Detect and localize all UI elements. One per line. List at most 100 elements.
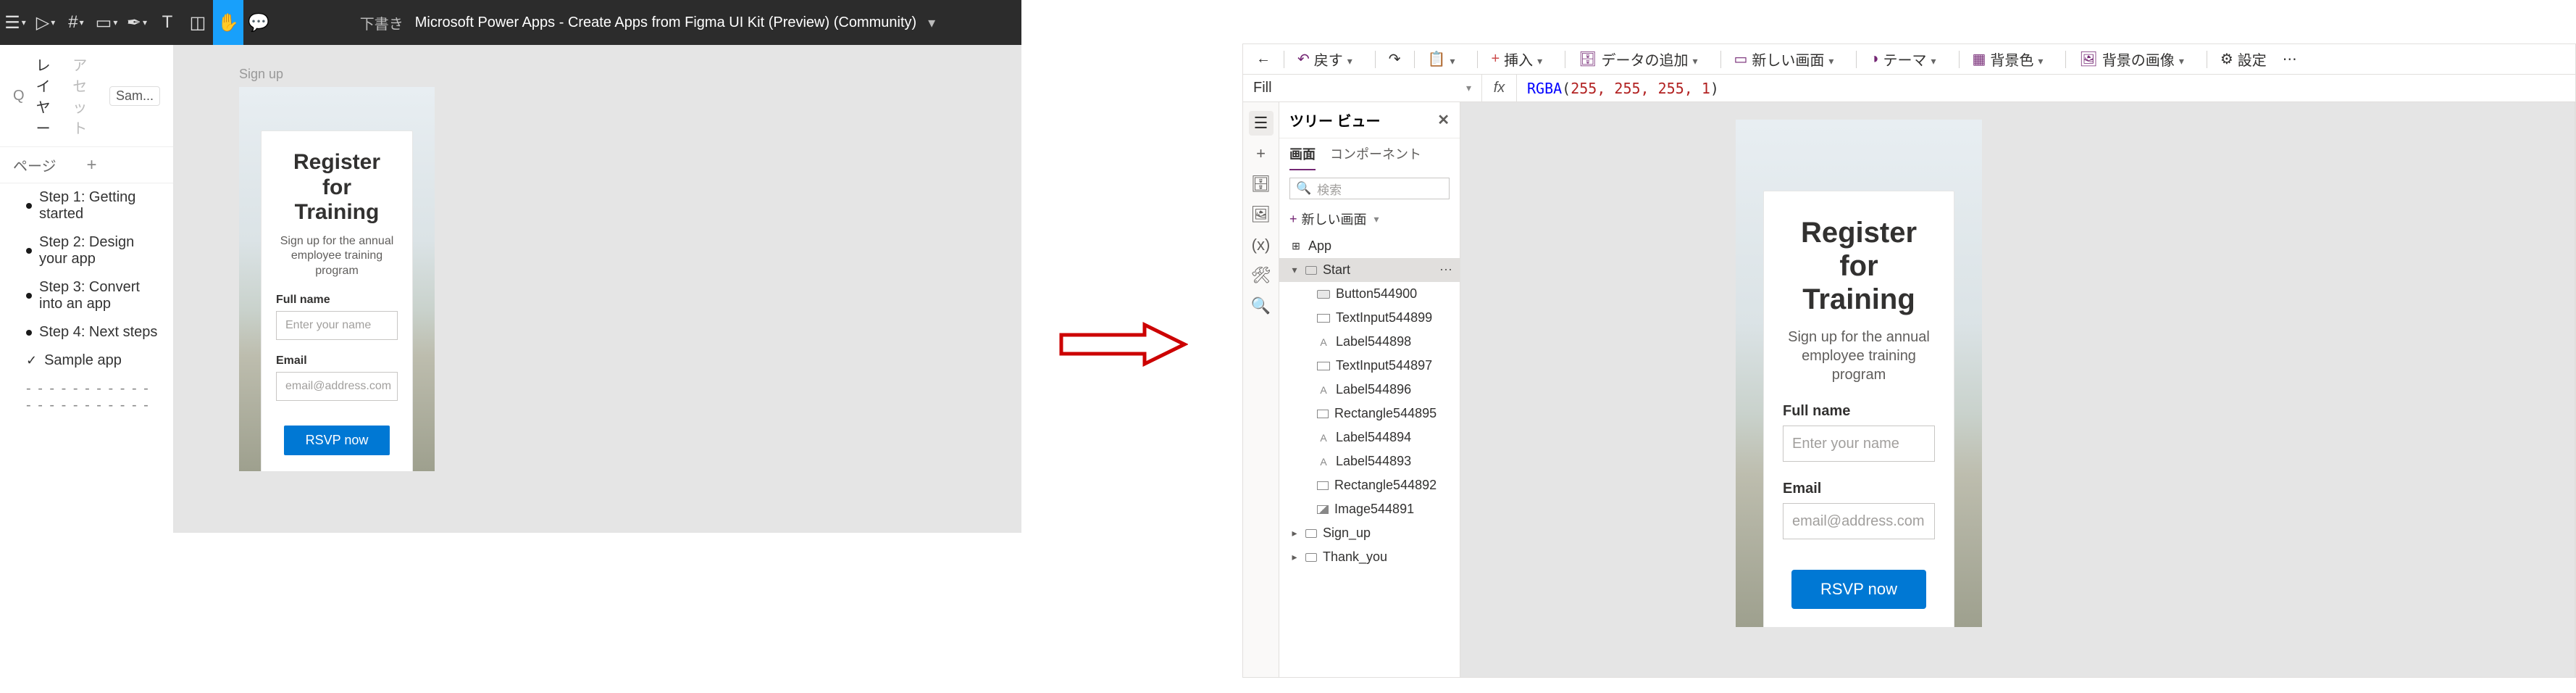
title-chevron-icon[interactable]: ▾ [928,14,935,32]
tree-node-child[interactable]: ALabel544896 [1279,378,1460,402]
tree-view-icon[interactable]: ☰ [1249,111,1274,136]
formula-value[interactable]: RGBA(255, 255, 255, 1) [1517,80,1729,97]
tree-node-child[interactable]: ALabel544893 [1279,449,1460,473]
new-screen-button[interactable]: ▭新しい画面 [1728,44,1849,74]
textinput-icon [1317,314,1330,323]
frame-tool-icon[interactable]: #▾ [61,0,91,45]
new-screen-link[interactable]: +新しい画面▾ [1289,209,1450,228]
shape-tool-icon[interactable]: ▭▾ [91,0,122,45]
figma-frame[interactable]: Sign up Register forTraining Sign up for… [239,87,435,471]
figma-left-panel: Q レイヤー アセット Sam... ページ + Step 1: Getting… [0,45,174,533]
image-icon [1317,505,1329,514]
form-title: Register forTraining [276,150,398,225]
tree-node-child[interactable]: Image544891 [1279,497,1460,521]
insert-icon[interactable]: + [1249,141,1274,166]
tree-node-thankyou[interactable]: ▸Thank_you [1279,545,1460,569]
page-item-selected[interactable]: ✓Sample app [0,346,173,375]
text-tool-icon[interactable]: T [152,0,183,45]
left-rail: ☰ + 🗄 🖼 (x) 🛠 🔍 [1243,102,1279,677]
tab-layers[interactable]: レイヤー [36,54,62,138]
device-preview[interactable]: Register forTraining Sign up for the ann… [1736,120,1982,627]
search-icon[interactable]: 🔍 [1249,294,1274,318]
tree-node-child[interactable]: TextInput544899 [1279,306,1460,330]
fullname-label: Full name [1783,403,1935,420]
tree-node-child[interactable]: Rectangle544895 [1279,402,1460,426]
resource-tool-icon[interactable]: ◫ [183,0,213,45]
pa-canvas[interactable]: Register forTraining Sign up for the ann… [1460,102,2575,677]
label-icon: A [1317,385,1330,395]
tree-node-child[interactable]: TextInput544897 [1279,354,1460,378]
tab-screens[interactable]: 画面 [1289,144,1316,170]
tree-node-start[interactable]: ▾ Start ⋯ [1279,258,1460,282]
bgcolor-button[interactable]: ▦背景色 [1967,44,2059,74]
page-select[interactable]: Sam... [109,86,160,106]
label-icon: A [1317,337,1330,347]
figma-window: ☰▾ ▷▾ #▾ ▭▾ ✒▾ T ◫ ✋ 💬 下書き Microsoft Pow… [0,0,1021,533]
rectangle-icon [1317,481,1329,490]
tree-node-child[interactable]: ALabel544898 [1279,330,1460,354]
fx-label[interactable]: fx [1482,75,1517,101]
paste-button[interactable]: 📋 [1422,44,1471,74]
page-item[interactable]: Step 1: Getting started [0,183,173,228]
theme-button[interactable]: ◑テーマ [1864,44,1951,74]
bgimage-button[interactable]: 🖼背景の画像 [2073,44,2199,74]
hand-tool-icon[interactable]: ✋ [213,0,243,45]
pen-tool-icon[interactable]: ✒▾ [122,0,152,45]
tree-search[interactable]: 🔍検索 [1289,178,1450,199]
add-page-icon[interactable]: + [87,155,161,175]
add-data-button[interactable]: 🗄データの追加 [1573,44,1713,74]
insert-button[interactable]: +挿入 [1485,44,1557,74]
page-item[interactable]: Step 3: Convert into an app [0,273,173,318]
tab-assets[interactable]: アセット [72,54,98,138]
advanced-icon[interactable]: 🛠 [1249,263,1274,288]
form-subtitle: Sign up for the annualemployee training … [1783,328,1935,384]
rsvp-button[interactable]: RSVP now [284,426,390,455]
email-input[interactable]: email@address.com [276,372,398,401]
back-button[interactable]: ← [1250,44,1276,74]
fullname-input[interactable]: Enter your name [1783,426,1935,462]
page-item[interactable]: Step 4: Next steps [0,318,173,346]
close-icon[interactable]: ✕ [1437,111,1450,129]
label-icon: A [1317,433,1330,443]
comment-tool-icon[interactable]: 💬 [243,0,274,45]
rsvp-button[interactable]: RSVP now [1791,570,1926,609]
figma-menu-icon[interactable]: ☰▾ [0,0,30,45]
settings-button[interactable]: ⚙設定 [2215,44,2272,74]
variables-icon[interactable]: (x) [1249,233,1274,257]
chevron-right-icon[interactable]: ▸ [1289,551,1300,563]
more-icon[interactable]: ⋯ [1439,262,1452,278]
tree-node-label: Rectangle544892 [1334,478,1437,493]
pa-ribbon: ← ↶戻す ↷ 📋 +挿入 🗄データの追加 ▭新しい画面 ◑テーマ ▦背景色 🖼… [1243,44,2575,75]
tab-components[interactable]: コンポーネント [1330,144,1421,170]
tree-node-signup[interactable]: ▸Sign_up [1279,521,1460,545]
figma-canvas[interactable]: Sign up Register forTraining Sign up for… [174,45,1021,533]
form-card: Register forTraining Sign up for the ann… [261,130,413,471]
figma-title: 下書き Microsoft Power Apps - Create Apps f… [274,12,1021,33]
redo-button[interactable]: ↷ [1383,44,1407,74]
tree-node-child[interactable]: Rectangle544892 [1279,473,1460,497]
tree-node-app[interactable]: ⊞App [1279,234,1460,258]
tree-node-child[interactable]: ALabel544894 [1279,426,1460,449]
data-icon[interactable]: 🗄 [1249,172,1274,196]
chevron-down-icon[interactable]: ▾ [1289,264,1300,276]
undo-button[interactable]: ↶戻す [1292,44,1368,74]
search-icon[interactable]: Q [13,88,25,104]
property-selector[interactable]: Fill▾ [1243,75,1482,101]
form-title: Register forTraining [1783,216,1935,316]
screen-icon [1305,529,1317,538]
powerapps-window: ← ↶戻す ↷ 📋 +挿入 🗄データの追加 ▭新しい画面 ◑テーマ ▦背景色 🖼… [1242,43,2576,678]
fullname-input[interactable]: Enter your name [276,311,398,340]
fullname-label: Full name [276,294,398,307]
tree-node-label: TextInput544897 [1336,358,1432,373]
more-button[interactable]: ⋯ [2277,44,2303,74]
tree-node-child[interactable]: Button544900 [1279,282,1460,306]
app-icon: ⊞ [1289,240,1302,253]
chevron-right-icon[interactable]: ▸ [1289,527,1300,539]
move-tool-icon[interactable]: ▷▾ [30,0,61,45]
email-label: Email [1783,481,1935,497]
tree-node-label: Label544893 [1336,454,1411,469]
phone-background: Register forTraining Sign up for the ann… [239,87,435,471]
email-input[interactable]: email@address.com [1783,503,1935,539]
page-item[interactable]: Step 2: Design your app [0,228,173,273]
media-icon[interactable]: 🖼 [1249,202,1274,227]
